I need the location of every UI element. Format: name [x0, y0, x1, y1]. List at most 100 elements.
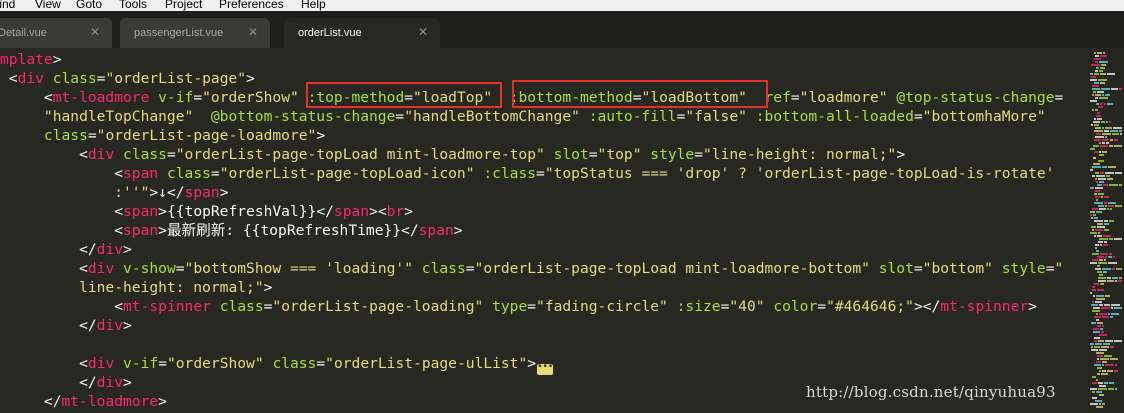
minimap-line: [1094, 52, 1096, 54]
minimap-line: [1097, 325, 1101, 327]
code-line[interactable]: <span>{{topRefreshVal}}</span><br>: [0, 202, 1063, 221]
minimap-line: [1097, 373, 1100, 375]
minimap-line: [1090, 148, 1095, 150]
minimap-line: [1103, 244, 1108, 246]
minimap-line: [1096, 313, 1098, 315]
code-token: =: [790, 89, 800, 106]
code-line[interactable]: <div v-if="orderShow" class="orderList-p…: [0, 354, 1063, 375]
minimap-line: [1098, 106, 1103, 108]
code-token: "bottomhaMore": [922, 108, 1046, 125]
minimap-line: [1110, 358, 1118, 360]
minimap-line: [1103, 343, 1110, 345]
code-token: span: [123, 222, 159, 239]
code-token: =: [913, 108, 923, 125]
code-line[interactable]: <span>最新刷新: {{topRefreshTime}}</span>: [0, 221, 1063, 240]
code-line[interactable]: :''">↓</span>: [0, 183, 1063, 202]
code-token: @bottom-status-change: [210, 108, 396, 125]
code-line[interactable]: </div>: [0, 316, 1063, 335]
code-token: >: [123, 317, 132, 334]
minimap-line: [1099, 238, 1108, 240]
code-token: "top": [597, 146, 642, 163]
minimap-line: [1092, 286, 1095, 288]
code-token: <: [0, 298, 124, 315]
code-line[interactable]: line-height: normal;">: [0, 278, 1063, 297]
minimap-line: [1092, 175, 1095, 177]
minimap-line: [1101, 64, 1106, 66]
close-icon[interactable]: ✕: [90, 25, 100, 39]
minimap-line: [1090, 403, 1098, 405]
code-line[interactable]: <div class="orderList-page-topLoad mint-…: [0, 145, 1063, 164]
minimap-line: [1097, 367, 1102, 369]
close-icon[interactable]: ✕: [248, 25, 258, 39]
code-token: slot: [553, 146, 589, 163]
code-token: "bottomShow === 'loading'": [184, 260, 413, 277]
minimap-line: [1102, 370, 1106, 372]
code-token: >: [123, 374, 132, 391]
menu-project[interactable]: Project: [165, 0, 202, 11]
minimap-line: [1102, 94, 1104, 96]
code-token: div: [87, 355, 115, 372]
minimap-line: [1100, 103, 1103, 105]
code-token: v-show: [123, 260, 176, 277]
code-token: span: [123, 165, 159, 182]
minimap-line: [1102, 268, 1111, 270]
minimap-line: [1100, 82, 1105, 84]
menu-view[interactable]: View: [35, 0, 61, 11]
minimap-line: [1099, 385, 1106, 387]
close-icon[interactable]: ✕: [418, 25, 428, 39]
code-line[interactable]: <div v-show="bottomShow === 'loading'" c…: [0, 259, 1063, 278]
minimap-line: [1092, 310, 1100, 312]
minimap-line: [1096, 391, 1102, 393]
minimap-line: [1092, 376, 1096, 378]
minimap-line: [1114, 139, 1118, 141]
code-token: </: [0, 374, 97, 391]
code-line[interactable]: mplate>: [0, 50, 1063, 69]
code-line[interactable]: </div>: [0, 240, 1063, 259]
fold-marker-icon[interactable]: •••: [537, 363, 553, 375]
minimap-line: [1094, 151, 1098, 153]
minimap-line: [1095, 187, 1103, 189]
code-token: <: [0, 89, 53, 106]
minimap-line: [1096, 298, 1105, 300]
menu-help[interactable]: Help: [301, 0, 326, 11]
minimap-line: [1108, 313, 1110, 315]
minimap-line: [1098, 280, 1106, 282]
minimap-line: [1102, 142, 1105, 144]
tab-detail-vue[interactable]: Detail.vue ✕: [0, 18, 112, 48]
minimap-line: [1093, 214, 1096, 216]
code-editor[interactable]: mplate> <div class="orderList-page"> <mt…: [0, 48, 1088, 413]
minimap-line: [1092, 391, 1095, 393]
minimap-line: [1094, 139, 1101, 141]
minimap-line: [1099, 181, 1104, 183]
menu-tools[interactable]: Tools: [119, 0, 147, 11]
code-token: v-if: [123, 355, 159, 372]
minimap-line: [1102, 139, 1109, 141]
minimap-line: [1104, 220, 1108, 222]
minimap-line: [1092, 289, 1096, 291]
minimap-line: [1095, 70, 1098, 72]
code-line[interactable]: "handleTopChange" @bottom-status-change=…: [0, 107, 1063, 126]
code-line[interactable]: [0, 335, 1063, 354]
code-token: mt-spinner: [940, 298, 1029, 315]
tab-passengerlist-vue[interactable]: passengerList.vue ✕: [120, 18, 270, 48]
minimap-line: [1103, 235, 1111, 237]
tab-orderlist-vue[interactable]: orderList.vue ✕: [284, 18, 440, 48]
menu-goto[interactable]: Goto: [76, 0, 102, 11]
minimap-line: [1119, 88, 1122, 90]
minimap-line: [1093, 91, 1096, 93]
minimap[interactable]: [1088, 48, 1124, 413]
code-line[interactable]: <span class="orderList-page-topLoad-icon…: [0, 164, 1063, 183]
top-method-highlight: [306, 82, 502, 108]
menu-preferences[interactable]: Preferences: [219, 0, 284, 11]
minimap-line: [1092, 382, 1097, 384]
code-line[interactable]: class="orderList-page-loadmore">: [0, 126, 1063, 145]
menu-find[interactable]: Find: [0, 0, 15, 11]
code-token: =: [465, 260, 475, 277]
minimap-line: [1100, 253, 1108, 255]
minimap-line: [1094, 193, 1097, 195]
code-token: "orderShow": [166, 355, 264, 372]
code-line[interactable]: <mt-spinner class="orderList-page-loadin…: [0, 297, 1063, 316]
minimap-line: [1098, 277, 1106, 279]
